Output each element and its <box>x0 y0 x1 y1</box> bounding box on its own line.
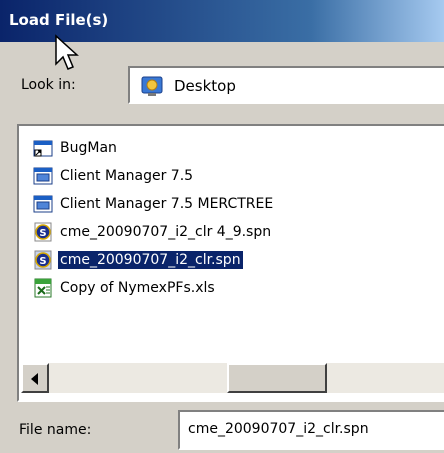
file-name: Client Manager 7.5 <box>60 168 194 184</box>
scroll-left-button[interactable] <box>21 363 49 393</box>
file-name-label: File name: <box>19 422 92 438</box>
shortcut-window-icon <box>33 140 53 157</box>
application-icon <box>33 167 53 185</box>
horizontal-scrollbar[interactable] <box>21 363 444 393</box>
list-item-selected[interactable]: S cme_20090707_i2_clr.spn <box>33 247 244 273</box>
spn-file-icon: S <box>34 250 52 270</box>
look-in-dropdown[interactable]: Desktop <box>128 66 444 104</box>
desktop-icon <box>141 76 163 96</box>
look-in-label: Look in: <box>21 77 76 93</box>
scrollbar-thumb[interactable] <box>227 363 327 393</box>
arrow-left-icon <box>31 373 38 385</box>
file-name-input[interactable]: cme_20090707_i2_clr.spn <box>178 410 444 450</box>
file-name: Copy of NymexPFs.xls <box>60 280 215 296</box>
svg-text:S: S <box>39 228 46 239</box>
file-name: BugMan <box>60 140 117 156</box>
list-item[interactable]: BugMan <box>33 135 119 161</box>
svg-text:S: S <box>39 256 46 267</box>
file-name: cme_20090707_i2_clr 4_9.spn <box>60 224 272 240</box>
list-item[interactable]: Copy of NymexPFs.xls <box>33 275 217 301</box>
list-item[interactable]: S cme_20090707_i2_clr 4_9.spn <box>33 219 273 245</box>
list-item[interactable]: Client Manager 7.5 <box>33 163 195 189</box>
application-icon <box>33 195 53 213</box>
excel-file-icon <box>34 278 52 298</box>
file-list[interactable]: BugMan Client Manager 7.5 Client Manager… <box>17 124 444 402</box>
list-item[interactable]: Client Manager 7.5 MERCTREE <box>33 191 275 217</box>
mouse-pointer-icon <box>55 34 79 70</box>
file-name: Client Manager 7.5 MERCTREE <box>60 196 274 212</box>
window-title: Load File(s) <box>9 11 109 29</box>
file-name: cme_20090707_i2_clr.spn <box>57 250 244 270</box>
spn-file-icon: S <box>34 222 52 242</box>
look-in-value: Desktop <box>174 77 236 95</box>
